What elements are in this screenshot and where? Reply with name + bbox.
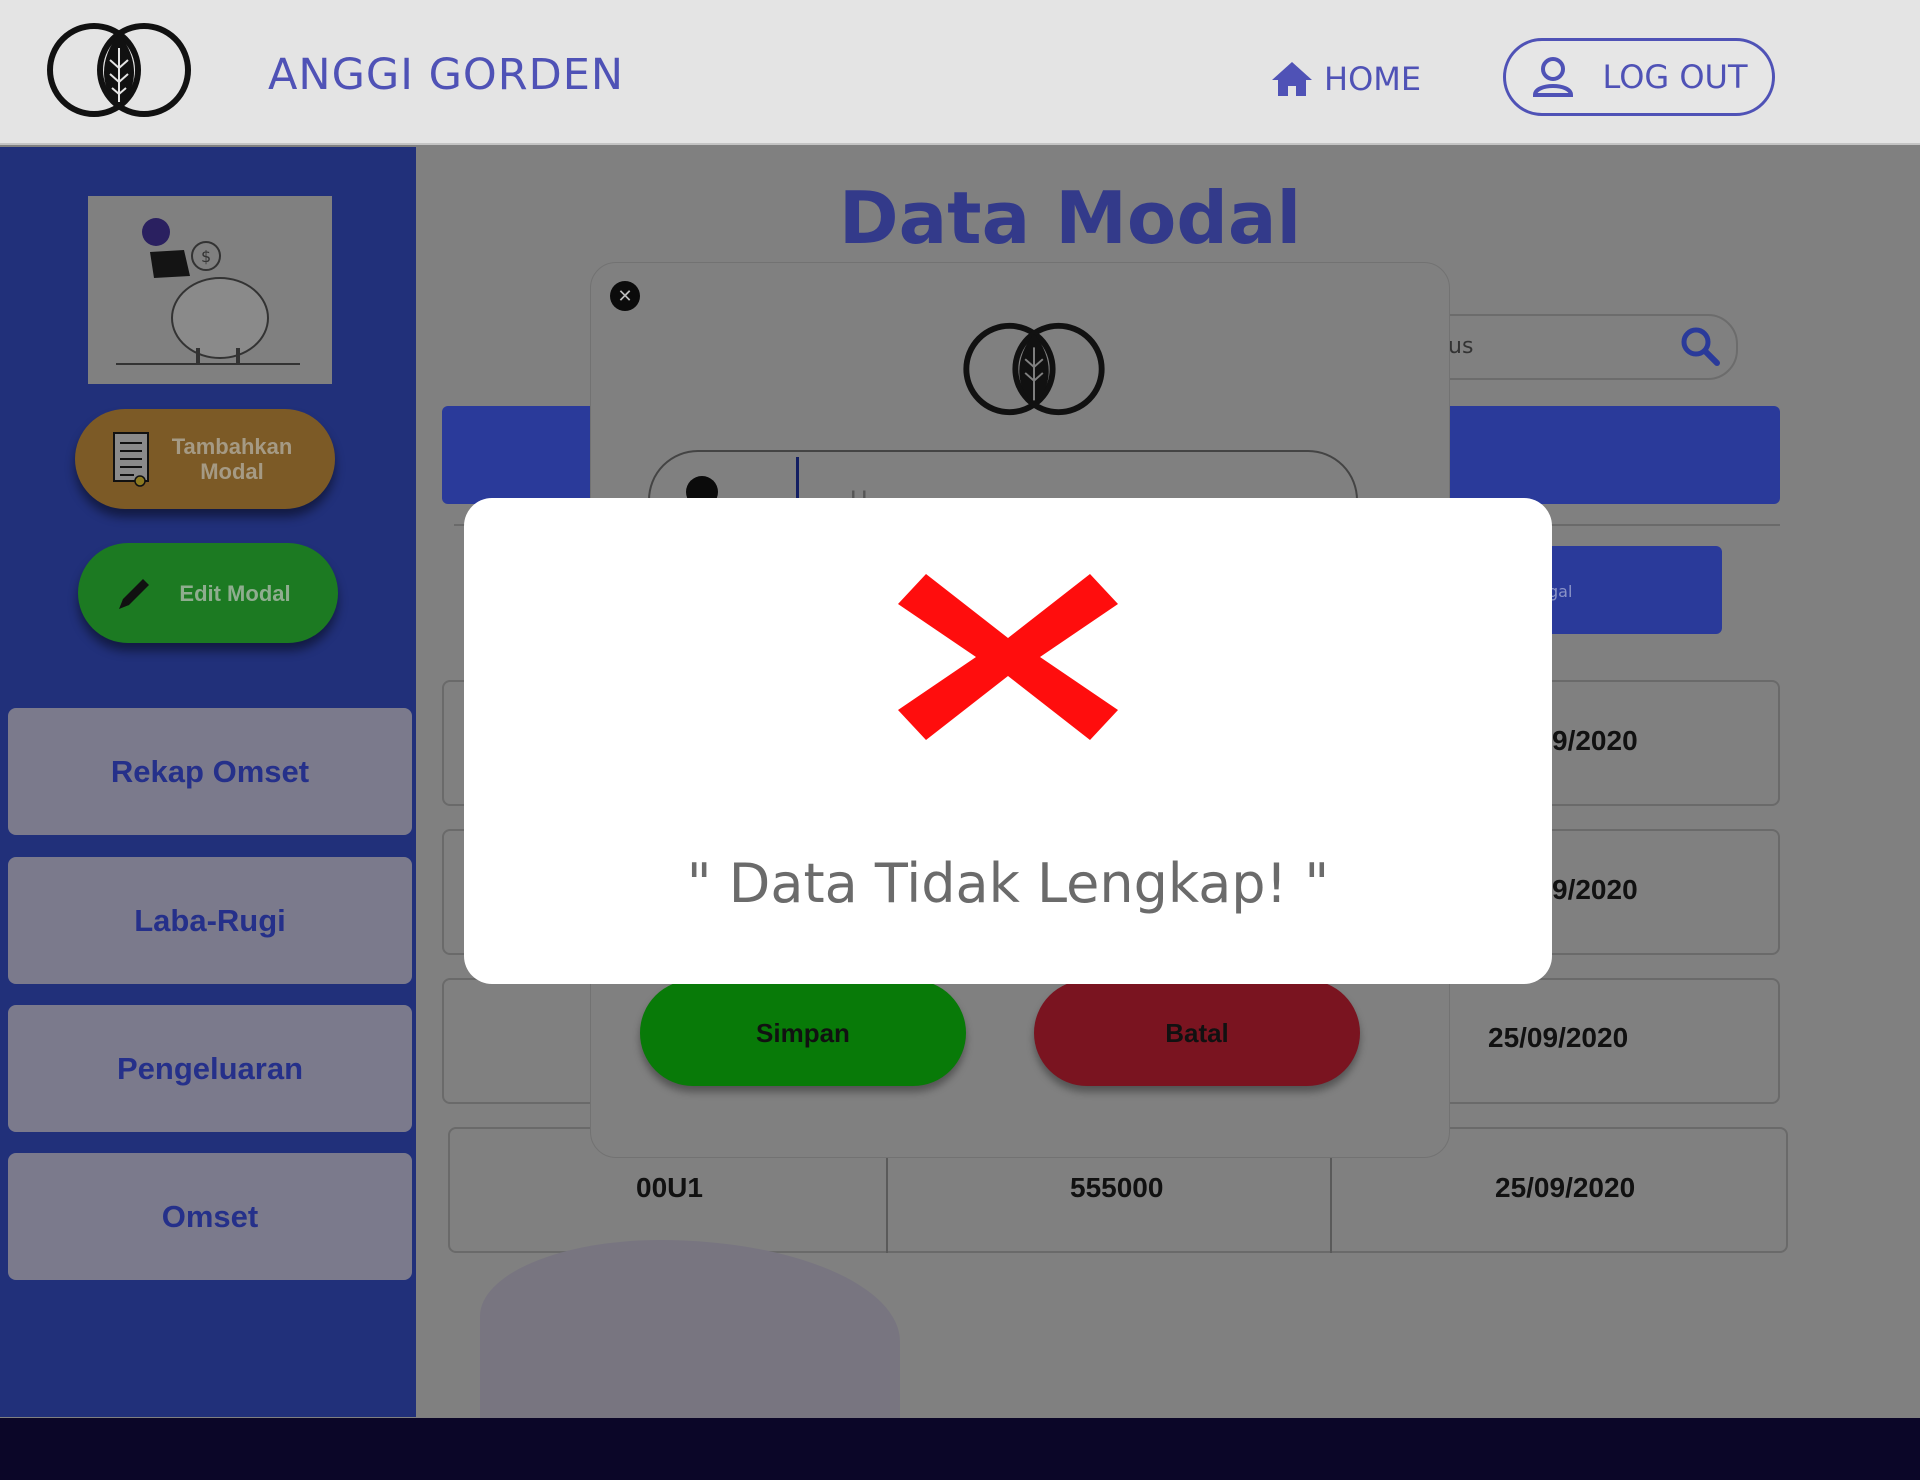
piggy-bank-icon: $ — [88, 196, 332, 384]
add-capital-button[interactable]: Tambahkan Modal — [75, 409, 335, 509]
menu-item-rekap-omset[interactable]: Rekap Omset — [8, 708, 412, 835]
text-caret — [796, 457, 799, 501]
error-x-icon — [898, 574, 1118, 740]
svg-text:$: $ — [201, 247, 211, 266]
dialog-logo-icon — [963, 322, 1105, 416]
search-icon[interactable] — [1680, 326, 1720, 366]
home-link[interactable]: HOME — [1270, 60, 1421, 98]
save-button[interactable]: Simpan — [640, 980, 966, 1086]
row-date: 25/09/2020 — [1488, 1022, 1629, 1053]
menu-item-pengeluaran[interactable]: Pengeluaran — [8, 1005, 412, 1132]
decorative-shape — [480, 1240, 900, 1418]
close-icon[interactable]: ✕ — [610, 281, 640, 311]
brand-name: ANGGI GORDEN — [268, 50, 625, 100]
row-date: 9/2020 — [1552, 725, 1638, 756]
pencil-icon — [119, 579, 149, 609]
row-id: 00U1 — [636, 1172, 703, 1203]
brand-logo-icon — [47, 23, 191, 117]
cell-divider — [886, 1158, 888, 1253]
search-text: us — [1448, 334, 1474, 359]
row-amount: 555000 — [1070, 1172, 1164, 1203]
user-icon — [1532, 57, 1573, 97]
home-icon — [1272, 62, 1312, 96]
top-header: ANGGI GORDEN HOME LOG OUT — [0, 0, 1920, 145]
add-capital-label: Tambahkan Modal — [171, 434, 293, 484]
sidebar: $ Tambahkan Modal Edit Modal Rekap Omset… — [0, 147, 416, 1417]
row-date: 25/09/2020 — [1495, 1172, 1636, 1203]
alert-message: " Data Tidak Lengkap! " — [686, 852, 1330, 915]
cell-divider — [1330, 1158, 1332, 1253]
logout-label: LOG OUT — [1602, 58, 1748, 96]
row-date: 9/2020 — [1552, 874, 1638, 905]
edit-capital-label: Edit Modal — [179, 580, 291, 606]
footer-bar — [0, 1418, 1920, 1480]
cancel-button[interactable]: Batal — [1034, 980, 1360, 1086]
menu-item-laba-rugi[interactable]: Laba-Rugi — [8, 857, 412, 984]
piggy-bank-illustration: $ — [88, 196, 332, 384]
home-label: HOME — [1324, 60, 1422, 98]
menu-item-omset[interactable]: Omset — [8, 1153, 412, 1280]
edit-capital-button[interactable]: Edit Modal — [78, 543, 338, 643]
logout-button[interactable]: LOG OUT — [1503, 38, 1775, 116]
document-icon — [113, 432, 149, 487]
